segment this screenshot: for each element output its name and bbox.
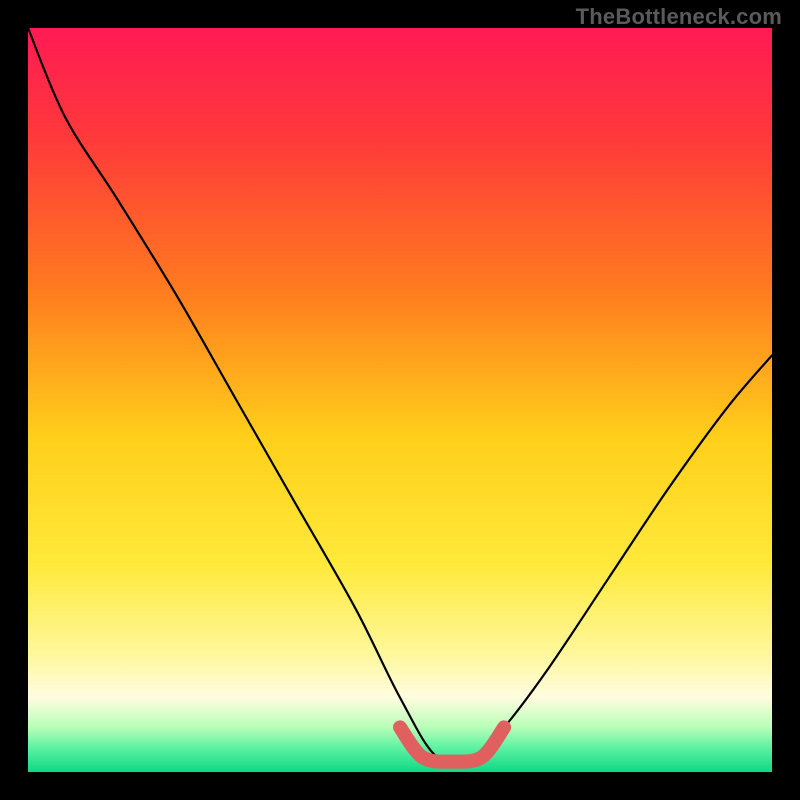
watermark-text: TheBottleneck.com	[576, 4, 782, 30]
gradient-background	[28, 28, 772, 772]
chart-frame: TheBottleneck.com	[0, 0, 800, 800]
chart-svg	[28, 28, 772, 772]
plot-area	[28, 28, 772, 772]
